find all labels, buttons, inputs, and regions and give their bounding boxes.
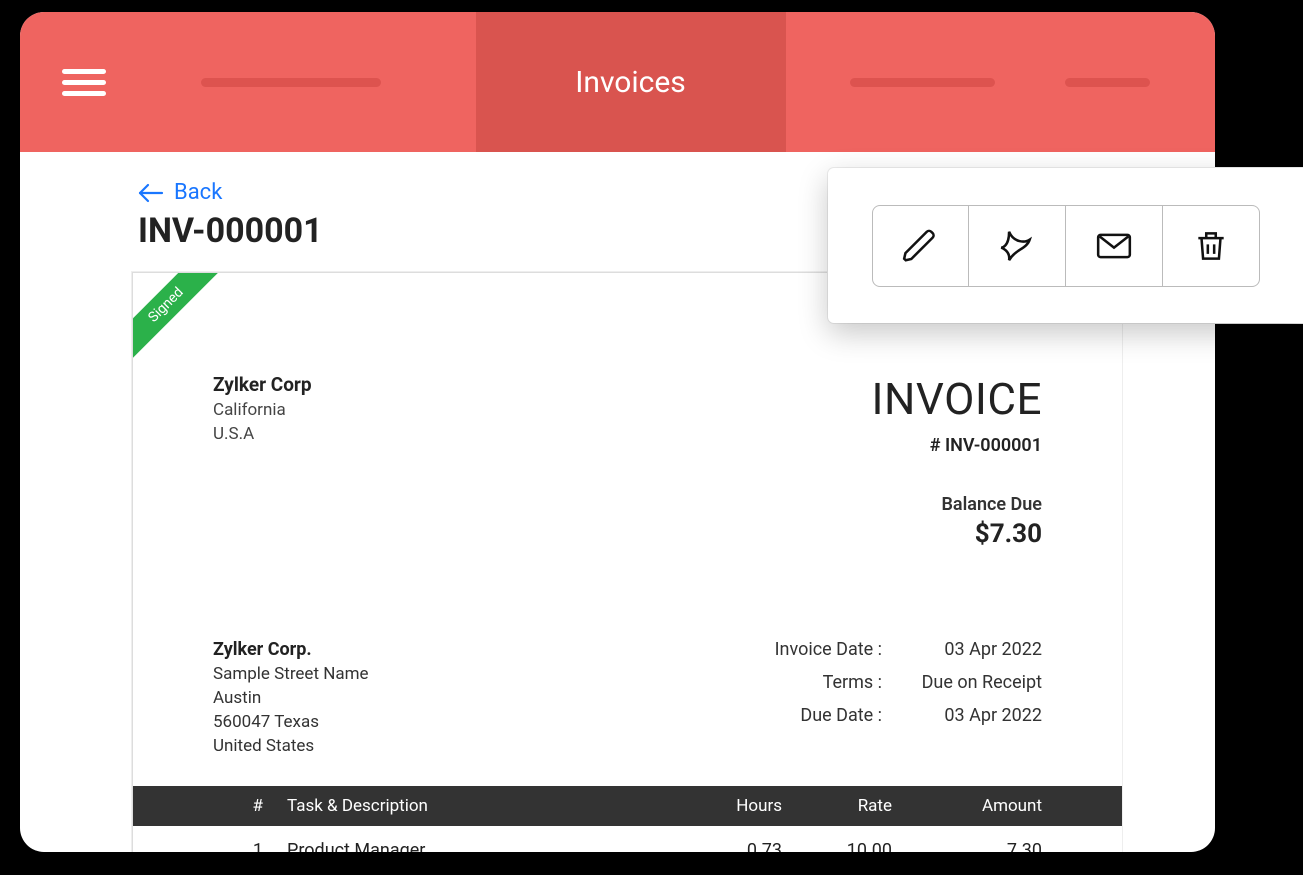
row-rate: 10.00 bbox=[782, 840, 892, 852]
col-task-header: Task & Description bbox=[263, 796, 682, 816]
app-header: Invoices bbox=[20, 12, 1215, 152]
invoice-heading-block: INVOICE # INV-000001 Balance Due $7.30 bbox=[872, 373, 1042, 549]
trash-icon bbox=[1192, 227, 1230, 265]
terms-label: Terms : bbox=[732, 672, 882, 693]
tab-invoices-label: Invoices bbox=[575, 65, 686, 100]
row-amount: 7.30 bbox=[892, 840, 1042, 852]
bill-to-name: Zylker Corp. bbox=[213, 639, 369, 660]
col-number-header: # bbox=[213, 796, 263, 816]
mail-icon bbox=[1095, 227, 1133, 265]
mail-button[interactable] bbox=[1066, 205, 1163, 287]
invoice-date-label: Invoice Date : bbox=[732, 639, 882, 660]
tab-left-zone bbox=[106, 78, 476, 87]
due-date-label: Due Date : bbox=[732, 705, 882, 726]
table-row: 1 Product Manager 15 Sep 2022 - 21 Sep 2… bbox=[133, 840, 1122, 852]
bill-to-block: Zylker Corp. Sample Street Name Austin 5… bbox=[213, 639, 369, 756]
seller-region: California bbox=[213, 400, 312, 420]
tab-placeholder[interactable] bbox=[1065, 78, 1150, 87]
back-link[interactable]: Back bbox=[138, 180, 222, 205]
seller-block: Zylker Corp California U.S.A bbox=[213, 373, 312, 549]
invoice-date-value: 03 Apr 2022 bbox=[882, 639, 1042, 660]
row-number: 1 bbox=[213, 840, 263, 852]
invoice-document: Signed Zylker Corp California U.S.A INVO… bbox=[132, 272, 1122, 852]
due-date-value: 03 Apr 2022 bbox=[882, 705, 1042, 726]
arrow-left-icon bbox=[138, 183, 164, 203]
invoice-title: INVOICE bbox=[872, 373, 1042, 425]
line-items-header: # Task & Description Hours Rate Amount bbox=[133, 786, 1122, 826]
pdf-button[interactable] bbox=[969, 205, 1066, 287]
tab-right-zone bbox=[786, 78, 1216, 87]
pencil-icon bbox=[901, 227, 939, 265]
edit-button[interactable] bbox=[872, 205, 969, 287]
invoice-hash-number: # INV-000001 bbox=[872, 435, 1042, 456]
row-hours: 0.73 bbox=[682, 840, 782, 852]
col-amount-header: Amount bbox=[892, 796, 1042, 816]
terms-value: Due on Receipt bbox=[882, 672, 1042, 693]
tab-placeholder[interactable] bbox=[850, 78, 995, 87]
back-label: Back bbox=[174, 180, 222, 205]
col-hours-header: Hours bbox=[682, 796, 782, 816]
bill-to-city: Austin bbox=[213, 688, 369, 708]
delete-button[interactable] bbox=[1163, 205, 1260, 287]
row-task-name: Product Manager bbox=[287, 840, 682, 852]
balance-due-label: Balance Due bbox=[872, 494, 1042, 515]
bill-to-country: United States bbox=[213, 736, 369, 756]
seller-name: Zylker Corp bbox=[213, 373, 312, 396]
tab-invoices[interactable]: Invoices bbox=[476, 12, 786, 152]
row-task: Product Manager 15 Sep 2022 - 21 Sep 202… bbox=[263, 840, 682, 852]
seller-country: U.S.A bbox=[213, 424, 312, 444]
bill-to-street: Sample Street Name bbox=[213, 664, 369, 684]
action-toolbar bbox=[828, 168, 1303, 323]
col-rate-header: Rate bbox=[782, 796, 892, 816]
tab-placeholder[interactable] bbox=[201, 78, 381, 87]
invoice-meta: Invoice Date : 03 Apr 2022 Terms : Due o… bbox=[732, 639, 1042, 756]
balance-due-value: $7.30 bbox=[872, 519, 1042, 549]
hamburger-menu-icon[interactable] bbox=[62, 63, 106, 102]
pdf-icon bbox=[998, 227, 1036, 265]
app-window: Invoices Back INV-000001 Signed Zylker C… bbox=[20, 12, 1215, 852]
bill-to-zip-state: 560047 Texas bbox=[213, 712, 369, 732]
